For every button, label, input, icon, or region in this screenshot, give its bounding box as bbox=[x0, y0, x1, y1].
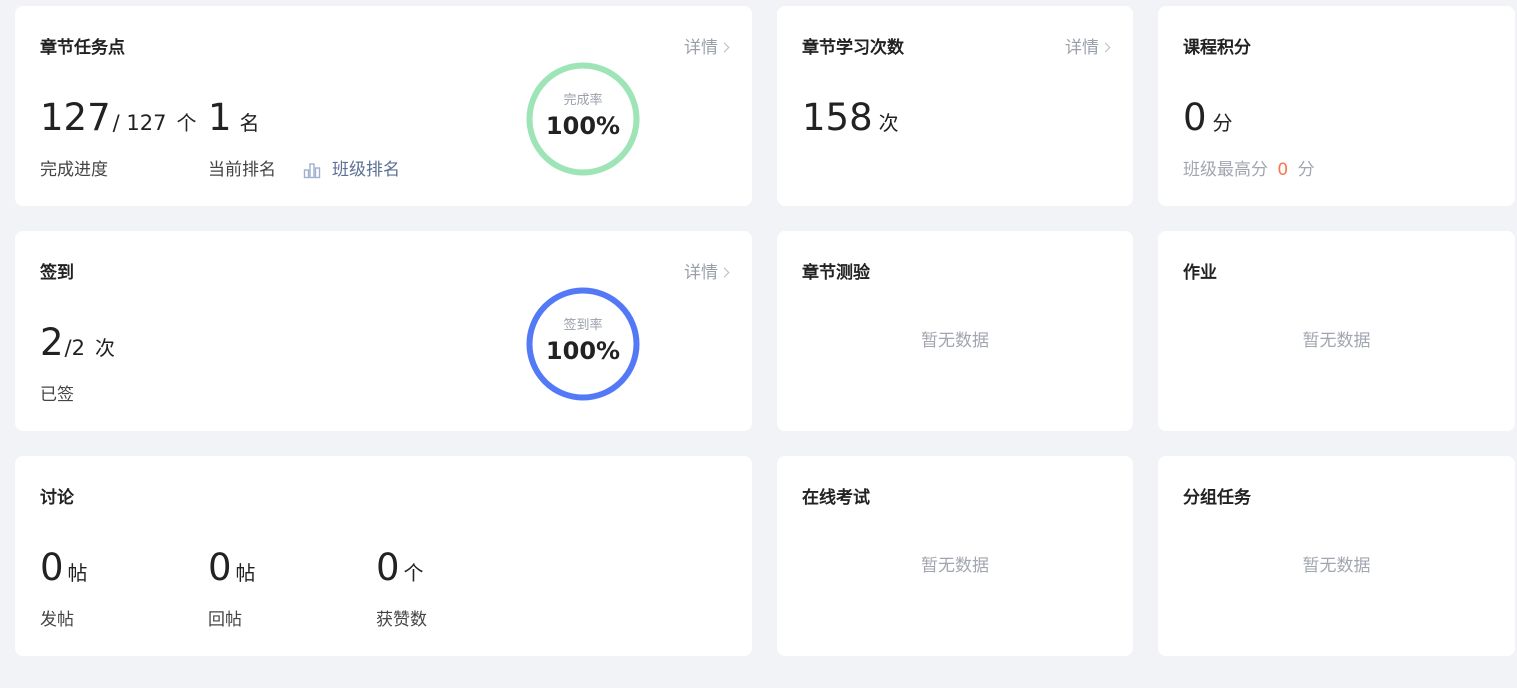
chapter-quiz-card: 章节测验 暂无数据 bbox=[777, 231, 1133, 431]
checkin-stat: 2 /2 次 bbox=[40, 321, 115, 365]
empty-state: 暂无数据 bbox=[921, 331, 989, 351]
chevron-right-icon bbox=[719, 267, 730, 277]
bar-chart-icon bbox=[303, 163, 321, 179]
class-rank-label: 班级排名 bbox=[332, 160, 400, 180]
checkin-ring-value: 100% bbox=[545, 337, 621, 365]
posts-stat: 0 帖 bbox=[40, 546, 88, 590]
replies-label: 回帖 bbox=[208, 610, 242, 630]
class-max-score-label: 班级最高分 bbox=[1183, 160, 1268, 180]
chevron-right-icon bbox=[1100, 42, 1111, 52]
checkin-card: 签到 详情 2 /2 次 已签 签到率 100% bbox=[15, 231, 752, 431]
course-score-value: 0 bbox=[1183, 96, 1207, 139]
likes-unit: 个 bbox=[403, 561, 424, 585]
course-score-stat: 0 分 bbox=[1183, 96, 1233, 140]
course-score-unit: 分 bbox=[1212, 111, 1233, 135]
replies-unit: 帖 bbox=[235, 561, 256, 585]
rank-unit: 名 bbox=[239, 111, 260, 135]
discussion-card: 讨论 0 帖 发帖 0 帖 回帖 0 个 获赞数 bbox=[15, 456, 752, 656]
card-title: 讨论 bbox=[40, 488, 74, 508]
card-title: 作业 bbox=[1183, 263, 1217, 283]
rank-stat: 1 名 bbox=[208, 96, 260, 140]
homework-card: 作业 暂无数据 bbox=[1158, 231, 1515, 431]
class-max-score-value: 0 bbox=[1277, 160, 1289, 180]
study-count-value: 158 bbox=[802, 96, 873, 139]
completion-ring-value: 100% bbox=[545, 112, 621, 140]
checkin-label: 已签 bbox=[40, 385, 74, 405]
course-score-card: 课程积分 0 分 班级最高分 0 分 bbox=[1158, 6, 1515, 206]
card-title: 章节学习次数 bbox=[802, 38, 904, 58]
card-title: 章节任务点 bbox=[40, 38, 125, 58]
checkin-ring: 签到率 100% bbox=[526, 287, 640, 401]
likes-label: 获赞数 bbox=[376, 610, 427, 630]
detail-label: 详情 bbox=[684, 263, 718, 283]
group-task-card: 分组任务 暂无数据 bbox=[1158, 456, 1515, 656]
study-count-detail-link[interactable]: 详情 bbox=[1065, 36, 1111, 60]
task-progress-stat: 127 / 127 个 bbox=[40, 96, 196, 140]
replies-value: 0 bbox=[208, 546, 232, 589]
checkin-done-value: 2 bbox=[40, 321, 64, 364]
chevron-right-icon bbox=[719, 42, 730, 52]
checkin-detail-link[interactable]: 详情 bbox=[684, 261, 730, 285]
posts-label: 发帖 bbox=[40, 610, 74, 630]
task-points-detail-link[interactable]: 详情 bbox=[684, 36, 730, 60]
empty-state: 暂无数据 bbox=[921, 556, 989, 576]
study-count-unit: 次 bbox=[878, 111, 899, 135]
replies-stat: 0 帖 bbox=[208, 546, 256, 590]
task-total-value: / 127 bbox=[112, 111, 167, 135]
card-title: 在线考试 bbox=[802, 488, 870, 508]
checkin-ring-label: 签到率 bbox=[563, 318, 603, 333]
task-unit: 个 bbox=[176, 111, 197, 135]
study-count-stat: 158 次 bbox=[802, 96, 899, 140]
likes-value: 0 bbox=[376, 546, 400, 589]
empty-state: 暂无数据 bbox=[1302, 331, 1371, 351]
checkin-total-value: /2 bbox=[64, 336, 85, 360]
class-max-score: 班级最高分 0 分 bbox=[1183, 158, 1315, 182]
card-title: 签到 bbox=[40, 263, 74, 283]
class-rank-link[interactable]: 班级排名 bbox=[303, 158, 400, 182]
likes-stat: 0 个 bbox=[376, 546, 424, 590]
empty-state: 暂无数据 bbox=[1302, 556, 1371, 576]
task-progress-label: 完成进度 bbox=[40, 160, 108, 180]
class-max-score-unit: 分 bbox=[1297, 160, 1315, 180]
detail-label: 详情 bbox=[1065, 38, 1099, 58]
study-count-card: 章节学习次数 详情 158 次 bbox=[777, 6, 1133, 206]
completion-ring-label: 完成率 bbox=[563, 93, 603, 108]
rank-value: 1 bbox=[208, 96, 232, 139]
posts-value: 0 bbox=[40, 546, 64, 589]
completion-ring: 完成率 100% bbox=[526, 62, 640, 176]
checkin-unit: 次 bbox=[94, 336, 115, 360]
task-done-value: 127 bbox=[40, 96, 111, 139]
rank-label: 当前排名 bbox=[208, 160, 276, 180]
task-points-card: 章节任务点 详情 127 / 127 个 完成进度 1 名 当前排名 班级排名 … bbox=[15, 6, 752, 206]
card-title: 章节测验 bbox=[802, 263, 870, 283]
detail-label: 详情 bbox=[684, 38, 718, 58]
card-title: 分组任务 bbox=[1183, 488, 1251, 508]
card-title: 课程积分 bbox=[1183, 38, 1251, 58]
online-exam-card: 在线考试 暂无数据 bbox=[777, 456, 1133, 656]
posts-unit: 帖 bbox=[67, 561, 88, 585]
